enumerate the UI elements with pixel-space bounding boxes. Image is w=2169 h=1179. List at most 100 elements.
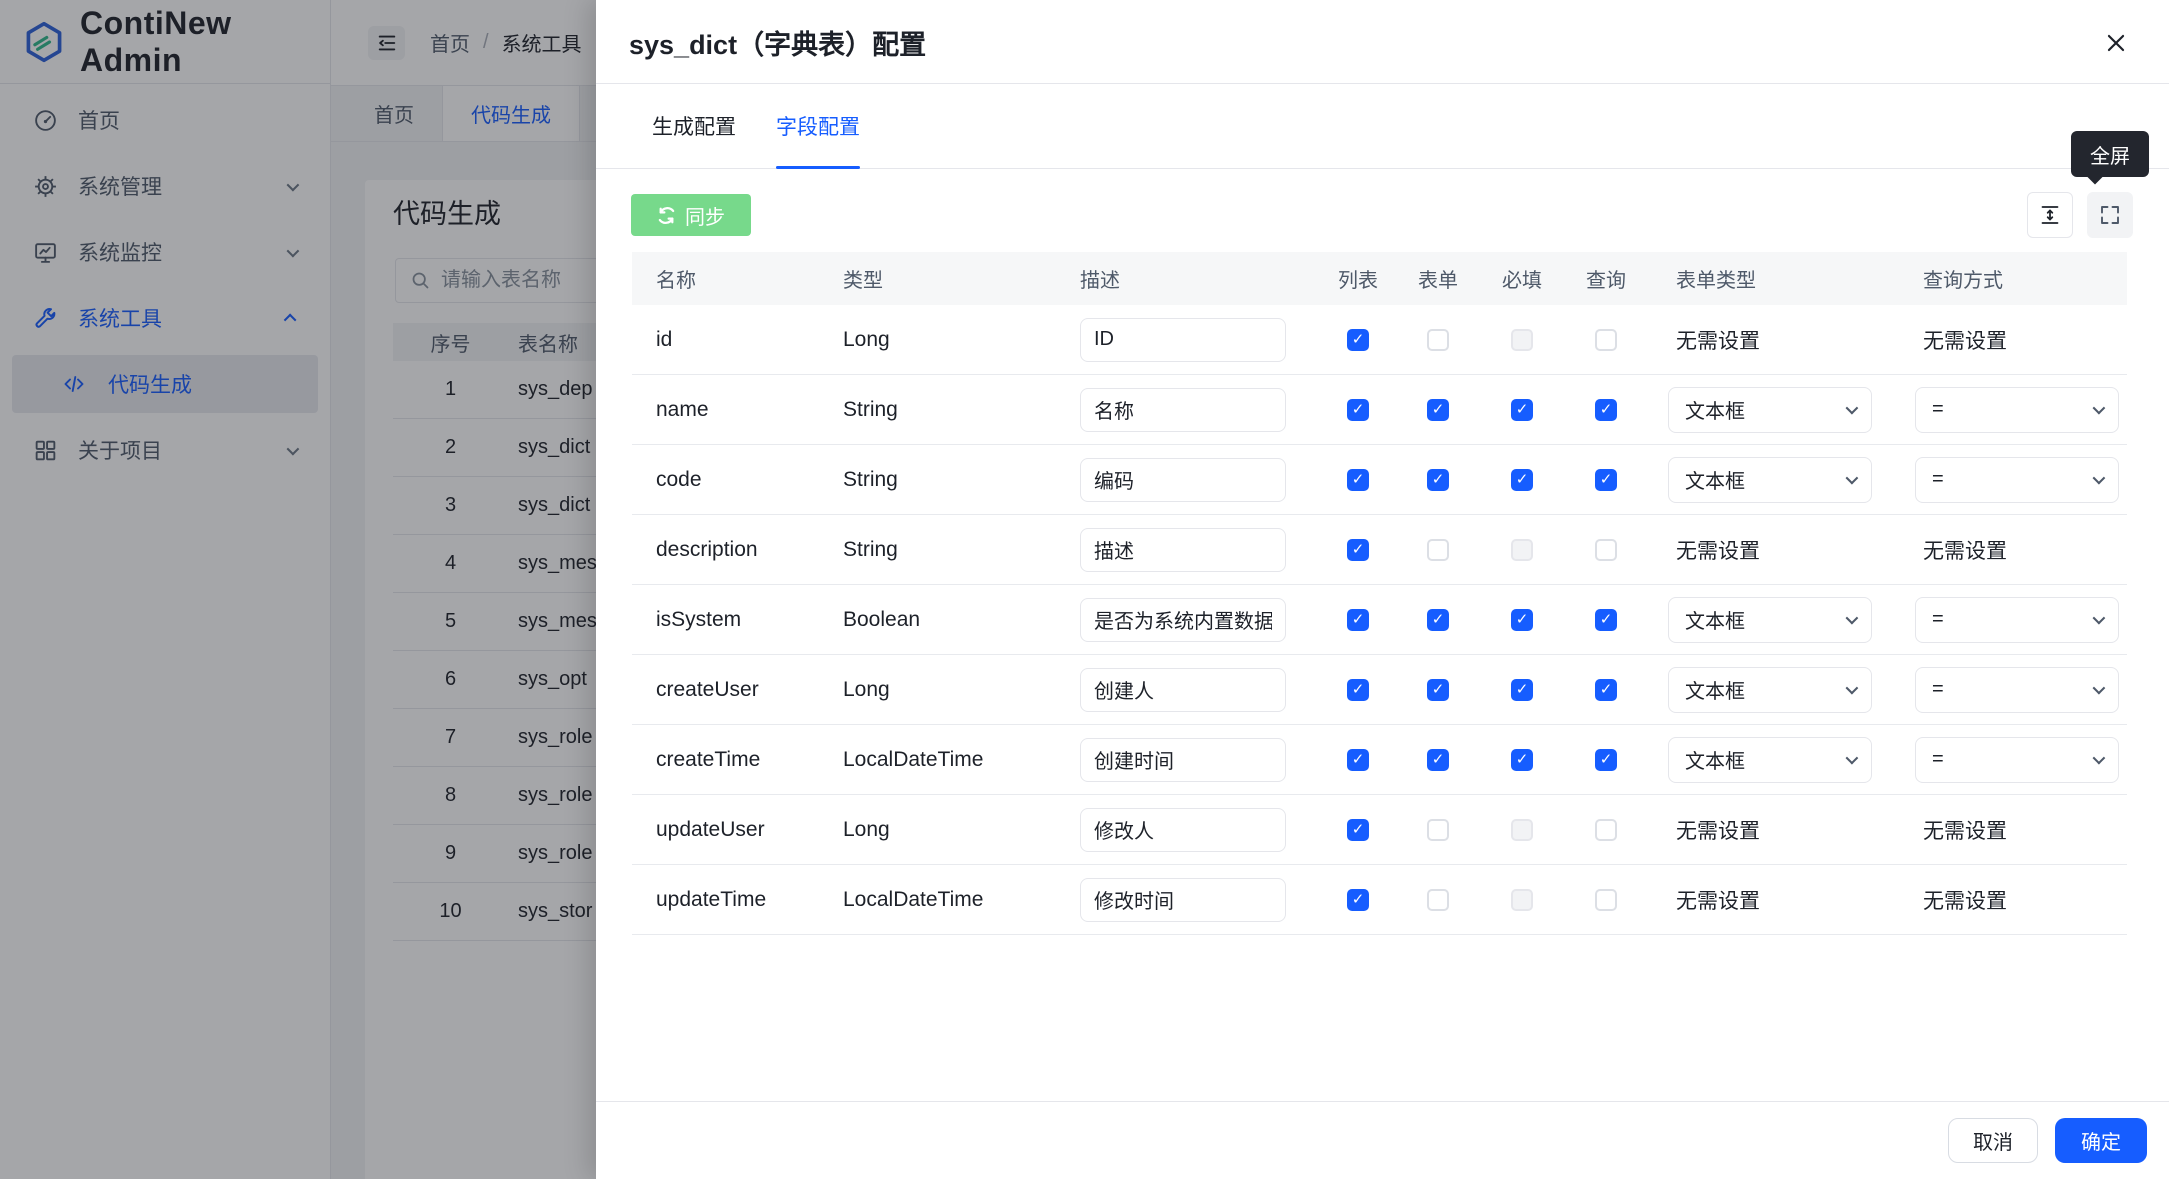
form-checkbox[interactable] xyxy=(1427,539,1449,561)
query-checkbox[interactable] xyxy=(1595,679,1617,701)
form-checkbox[interactable] xyxy=(1427,889,1449,911)
close-icon[interactable] xyxy=(2099,26,2133,60)
form-checkbox[interactable] xyxy=(1427,399,1449,421)
query-checkbox[interactable] xyxy=(1595,749,1617,771)
form-type-cell: 无需设置 xyxy=(1648,885,1895,915)
field-row: code String 文本框 = xyxy=(632,445,2127,515)
fields-table: 名称 类型 描述 列表 表单 必填 查询 表单类型 查询方式 id Long 无… xyxy=(632,252,2127,935)
form-type-select[interactable]: 文本框 xyxy=(1668,457,1872,503)
query-type-cell: = xyxy=(1895,457,2127,503)
form-checkbox[interactable] xyxy=(1427,609,1449,631)
drawer-title: sys_dict（字典表）配置 xyxy=(629,0,926,84)
form-checkbox[interactable] xyxy=(1427,749,1449,771)
field-description-input[interactable] xyxy=(1080,878,1286,922)
query-checkbox[interactable] xyxy=(1595,609,1617,631)
form-checkbox[interactable] xyxy=(1427,329,1449,351)
query-type-value: = xyxy=(1932,468,1944,491)
query-type-select[interactable]: = xyxy=(1915,737,2119,783)
query-type-cell: = xyxy=(1895,387,2127,433)
sync-button[interactable]: 同步 xyxy=(631,194,751,236)
fields-table-body: id Long 无需设置 无需设置 name String 文本框 = code… xyxy=(632,305,2127,935)
form-checkbox[interactable] xyxy=(1427,819,1449,841)
list-checkbox[interactable] xyxy=(1347,329,1369,351)
required-checkbox[interactable] xyxy=(1511,539,1533,561)
list-checkbox[interactable] xyxy=(1347,469,1369,491)
list-checkbox[interactable] xyxy=(1347,819,1369,841)
form-type-value: 文本框 xyxy=(1685,465,1745,494)
field-description-input[interactable] xyxy=(1080,598,1286,642)
field-type: String xyxy=(843,398,1066,422)
field-description-input[interactable] xyxy=(1080,738,1286,782)
form-checkbox[interactable] xyxy=(1427,469,1449,491)
fullscreen-icon[interactable] xyxy=(2087,192,2133,238)
field-name: id xyxy=(632,328,843,352)
query-type-select[interactable]: = xyxy=(1915,597,2119,643)
form-type-select[interactable]: 文本框 xyxy=(1668,667,1872,713)
form-type-select[interactable]: 文本框 xyxy=(1668,737,1872,783)
field-description-input[interactable] xyxy=(1080,458,1286,502)
tab-field-config[interactable]: 字段配置 xyxy=(776,84,860,168)
chevron-down-icon xyxy=(1846,682,1859,695)
list-checkbox[interactable] xyxy=(1347,679,1369,701)
cancel-button[interactable]: 取消 xyxy=(1948,1118,2038,1163)
required-checkbox[interactable] xyxy=(1511,399,1533,421)
list-checkbox[interactable] xyxy=(1347,539,1369,561)
field-type: String xyxy=(843,468,1066,492)
row-height-icon[interactable] xyxy=(2027,192,2073,238)
list-checkbox[interactable] xyxy=(1347,399,1369,421)
query-checkbox[interactable] xyxy=(1595,889,1617,911)
list-checkbox[interactable] xyxy=(1347,889,1369,911)
confirm-button[interactable]: 确定 xyxy=(2055,1118,2147,1163)
query-type-cell: 无需设置 xyxy=(1895,815,2127,845)
tab-generation-config[interactable]: 生成配置 xyxy=(652,84,736,168)
required-checkbox[interactable] xyxy=(1511,749,1533,771)
query-checkbox[interactable] xyxy=(1595,539,1617,561)
field-name: isSystem xyxy=(632,608,843,632)
query-type-cell: 无需设置 xyxy=(1895,535,2127,565)
form-type-none-label: 无需设置 xyxy=(1648,540,1760,563)
config-drawer: sys_dict（字典表）配置 生成配置 字段配置 同步 全屏 名称 类型 描述… xyxy=(596,0,2169,1179)
form-type-cell: 无需设置 xyxy=(1648,325,1895,355)
required-checkbox[interactable] xyxy=(1511,679,1533,701)
form-type-select[interactable]: 文本框 xyxy=(1668,597,1872,643)
query-type-cell: 无需设置 xyxy=(1895,885,2127,915)
field-row: updateUser Long 无需设置 无需设置 xyxy=(632,795,2127,865)
query-checkbox[interactable] xyxy=(1595,819,1617,841)
form-type-cell: 文本框 xyxy=(1648,737,1895,783)
query-checkbox[interactable] xyxy=(1595,399,1617,421)
query-checkbox[interactable] xyxy=(1595,329,1617,351)
form-type-select[interactable]: 文本框 xyxy=(1668,387,1872,433)
field-description-input[interactable] xyxy=(1080,808,1286,852)
col-header-description: 描述 xyxy=(1066,264,1320,293)
chevron-down-icon xyxy=(1846,612,1859,625)
required-checkbox[interactable] xyxy=(1511,609,1533,631)
required-checkbox[interactable] xyxy=(1511,889,1533,911)
form-type-value: 文本框 xyxy=(1685,395,1745,424)
chevron-down-icon xyxy=(2093,682,2106,695)
query-type-select[interactable]: = xyxy=(1915,667,2119,713)
field-description-input[interactable] xyxy=(1080,668,1286,712)
form-checkbox[interactable] xyxy=(1427,679,1449,701)
form-type-value: 文本框 xyxy=(1685,745,1745,774)
list-checkbox[interactable] xyxy=(1347,609,1369,631)
col-header-name: 名称 xyxy=(632,264,843,293)
field-name: name xyxy=(632,398,843,422)
query-type-value: = xyxy=(1932,748,1944,771)
form-type-cell: 无需设置 xyxy=(1648,815,1895,845)
field-description-input[interactable] xyxy=(1080,318,1286,362)
field-description-input[interactable] xyxy=(1080,388,1286,432)
required-checkbox[interactable] xyxy=(1511,819,1533,841)
query-type-select[interactable]: = xyxy=(1915,457,2119,503)
required-checkbox[interactable] xyxy=(1511,329,1533,351)
chevron-down-icon xyxy=(1846,402,1859,415)
field-row: name String 文本框 = xyxy=(632,375,2127,445)
field-description-input[interactable] xyxy=(1080,528,1286,572)
field-row: id Long 无需设置 无需设置 xyxy=(632,305,2127,375)
list-checkbox[interactable] xyxy=(1347,749,1369,771)
required-checkbox[interactable] xyxy=(1511,469,1533,491)
query-checkbox[interactable] xyxy=(1595,469,1617,491)
chevron-down-icon xyxy=(2093,612,2106,625)
query-type-select[interactable]: = xyxy=(1915,387,2119,433)
form-type-value: 文本框 xyxy=(1685,675,1745,704)
query-type-value: = xyxy=(1932,678,1944,701)
